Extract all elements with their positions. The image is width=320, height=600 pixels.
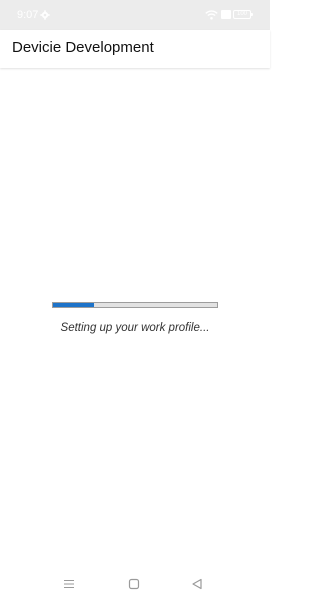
app-title: Devicie Development bbox=[12, 39, 154, 56]
menu-lines-icon[interactable] bbox=[63, 577, 75, 589]
progress-fill bbox=[53, 303, 94, 307]
wifi-icon bbox=[205, 10, 218, 20]
gear-icon bbox=[40, 10, 50, 20]
status-bar: 9:07 100 bbox=[0, 0, 270, 30]
back-triangle-icon[interactable] bbox=[191, 577, 203, 590]
home-square-icon[interactable] bbox=[128, 577, 140, 590]
screen: 9:07 100 Devicie Development Setting up … bbox=[0, 0, 270, 600]
navigation-bar bbox=[0, 566, 270, 600]
app-bar: Devicie Development bbox=[0, 30, 270, 68]
status-time: 9:07 bbox=[17, 9, 39, 21]
battery-icon: 100 bbox=[233, 10, 253, 19]
setup-status-message: Setting up your work profile... bbox=[60, 322, 210, 334]
cast-icon bbox=[221, 10, 231, 19]
progress-bar bbox=[52, 302, 218, 308]
